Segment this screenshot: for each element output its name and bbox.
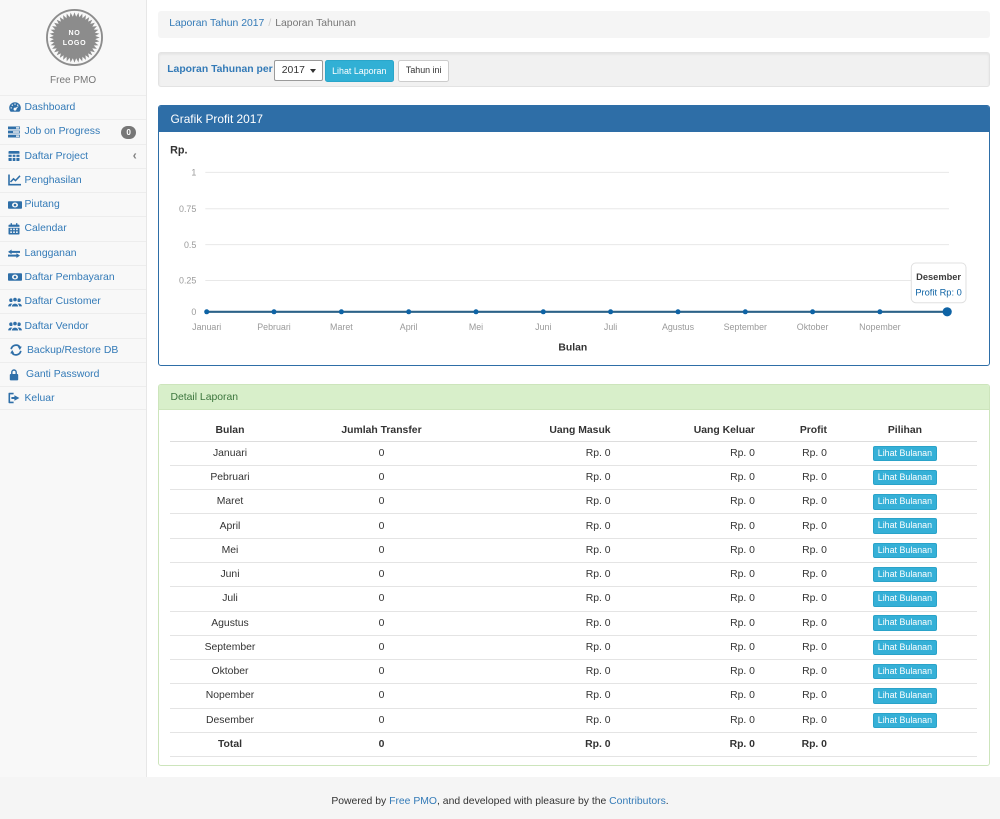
svg-text:Nopember: Nopember [859,322,900,332]
svg-text:Mei: Mei [469,322,483,332]
svg-text:Januari: Januari [192,322,221,332]
svg-text:Maret: Maret [330,322,353,332]
svg-text:Desember: Desember [916,272,961,282]
svg-text:LOGO: LOGO [62,39,86,47]
svg-text:Juni: Juni [535,322,551,332]
svg-text:Pebruari: Pebruari [257,322,291,332]
svg-text:NO: NO [68,29,80,37]
svg-text:1: 1 [192,167,197,177]
svg-text:Oktober: Oktober [797,322,829,332]
svg-text:Agustus: Agustus [662,322,695,332]
svg-text:0.25: 0.25 [179,275,196,285]
svg-text:Bulan: Bulan [559,342,588,353]
svg-text:0: 0 [192,307,197,317]
svg-text:0.5: 0.5 [184,240,196,250]
svg-text:0.75: 0.75 [179,204,196,214]
svg-text:September: September [724,322,767,332]
svg-text:Juli: Juli [604,322,617,332]
svg-text:April: April [400,322,418,332]
svg-text:Profit Rp: 0: Profit Rp: 0 [916,287,962,297]
svg-text:Rp.: Rp. [170,144,187,156]
